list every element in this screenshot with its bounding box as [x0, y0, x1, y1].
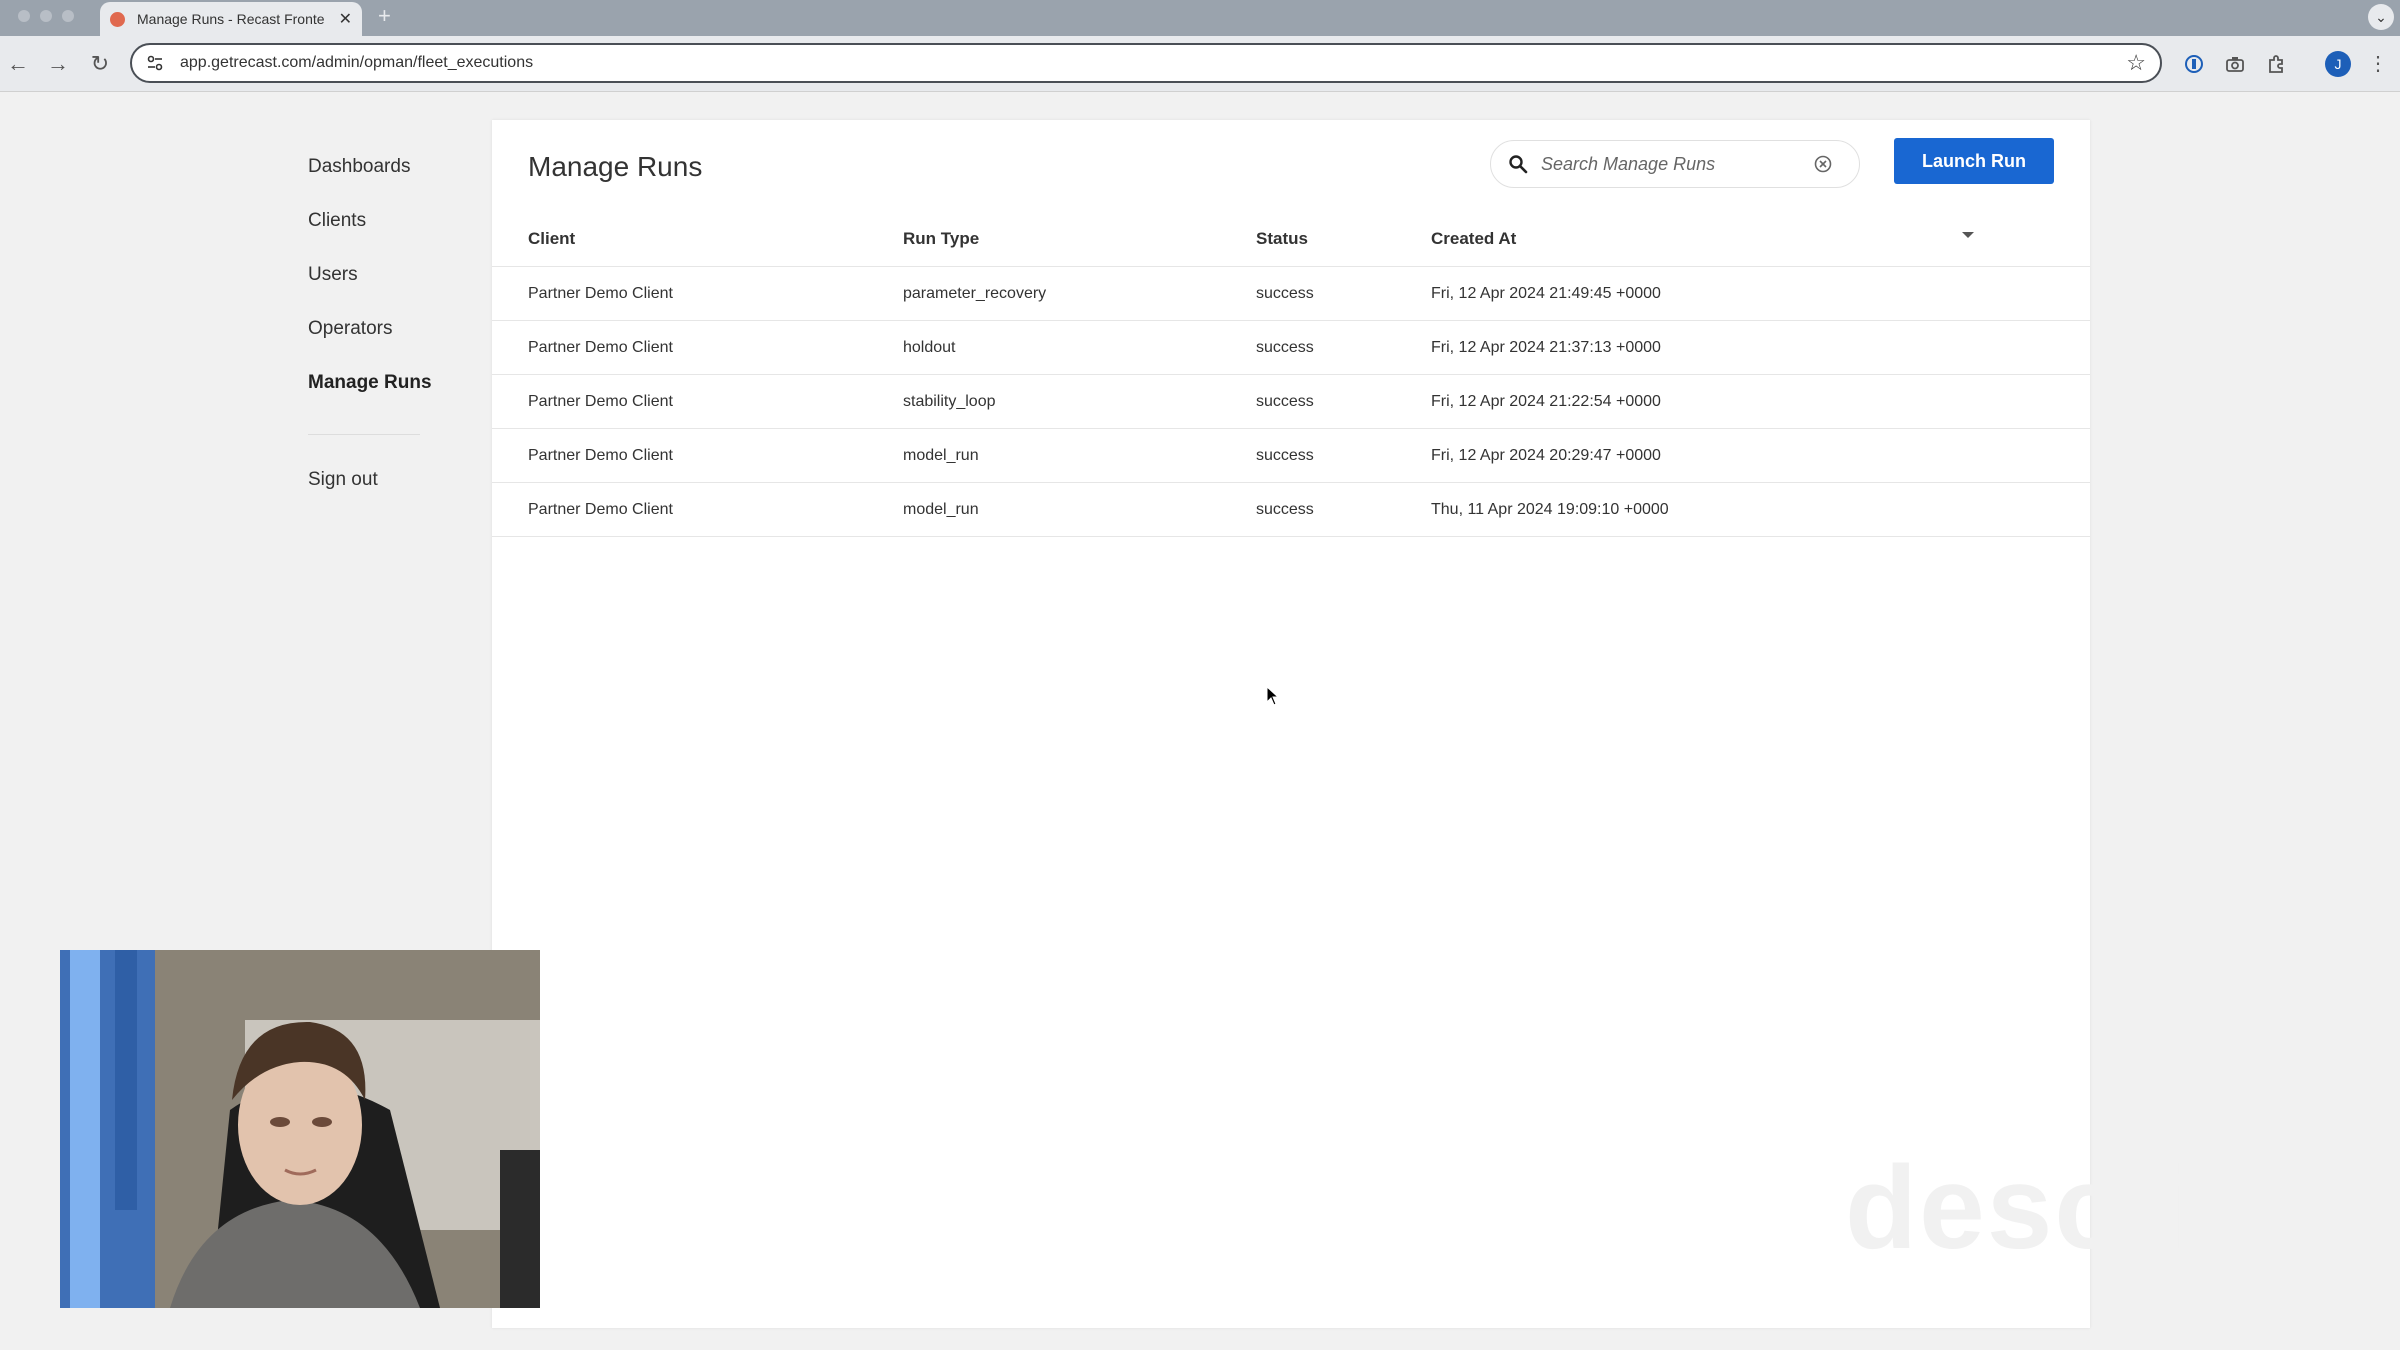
new-tab-button[interactable]: +	[378, 3, 391, 29]
cell-created-at: Fri, 12 Apr 2024 21:49:45 +0000	[1431, 285, 1661, 302]
sort-caret-icon[interactable]	[1962, 232, 1974, 238]
browser-toolbar: ← → ↻ app.getrecast.com/admin/opman/flee…	[0, 36, 2400, 92]
window-zoom-dot[interactable]	[62, 10, 74, 22]
watermark: descript	[1845, 1142, 2321, 1274]
cell-created-at: Fri, 12 Apr 2024 21:22:54 +0000	[1431, 393, 1661, 410]
cell-status: success	[1256, 393, 1314, 410]
close-icon[interactable]: ✕	[339, 9, 352, 29]
cell-status: success	[1256, 285, 1314, 302]
cell-run-type: model_run	[903, 447, 979, 464]
sidebar-item-operators[interactable]: Operators	[308, 302, 468, 356]
cell-client: Partner Demo Client	[528, 501, 673, 518]
camera-icon[interactable]	[2221, 50, 2249, 78]
cell-run-type: model_run	[903, 501, 979, 518]
search-icon	[1507, 153, 1529, 175]
cell-created-at: Fri, 12 Apr 2024 20:29:47 +0000	[1431, 447, 1661, 464]
site-info-icon[interactable]	[144, 52, 166, 74]
browser-tab[interactable]: Manage Runs - Recast Fronte ✕	[100, 2, 362, 36]
launch-run-button[interactable]: Launch Run	[1894, 138, 2054, 184]
back-icon[interactable]: ←	[4, 50, 32, 78]
webcam-overlay	[60, 950, 540, 1308]
manage-runs-card: Manage Runs Launch Run Client Run Type S…	[492, 120, 2318, 1328]
page-title: Manage Runs	[528, 151, 703, 182]
presenter-video-frame	[60, 950, 540, 1308]
cell-client: Partner Demo Client	[528, 285, 673, 302]
cell-run-type: stability_loop	[903, 393, 996, 410]
column-header-created-at[interactable]: Created At	[1431, 206, 1516, 272]
cell-client: Partner Demo Client	[528, 339, 673, 356]
sidebar-divider	[308, 434, 420, 435]
cell-created-at: Thu, 11 Apr 2024 19:09:10 +0000	[1431, 501, 1669, 518]
tab-title: Manage Runs - Recast Fronte	[137, 11, 325, 27]
profile-avatar[interactable]: J	[2325, 51, 2351, 77]
table-row[interactable]: Partner Demo Client model_run success Fr…	[492, 429, 2090, 483]
search-box[interactable]	[1490, 140, 1860, 188]
clear-icon[interactable]	[1813, 154, 1833, 174]
url-text: app.getrecast.com/admin/opman/fleet_exec…	[180, 54, 534, 71]
sidebar-item-dashboards[interactable]: Dashboards	[308, 140, 468, 194]
table-row[interactable]: Partner Demo Client holdout success Fri,…	[492, 321, 2090, 375]
table-header: Client Run Type Status Created At	[492, 206, 2090, 267]
sidebar: Dashboards Clients Users Operators Manag…	[308, 140, 468, 507]
extensions-icon[interactable]	[2262, 50, 2290, 78]
cell-client: Partner Demo Client	[528, 447, 673, 464]
cell-client: Partner Demo Client	[528, 393, 673, 410]
table-row[interactable]: Partner Demo Client parameter_recovery s…	[492, 267, 2090, 321]
browser-tab-strip: Manage Runs - Recast Fronte ✕ + ⌄	[0, 0, 2400, 36]
sidebar-item-manage-runs[interactable]: Manage Runs	[308, 356, 468, 410]
cursor-icon	[1266, 686, 1280, 706]
column-header-client[interactable]: Client	[528, 206, 575, 272]
column-header-status[interactable]: Status	[1256, 206, 1308, 272]
tab-search-icon[interactable]: ⌄	[2368, 4, 2394, 30]
table-row[interactable]: Partner Demo Client model_run success Th…	[492, 483, 2090, 537]
runs-table: Client Run Type Status Created At Partne…	[492, 206, 2090, 537]
sidebar-item-users[interactable]: Users	[308, 248, 468, 302]
cell-created-at: Fri, 12 Apr 2024 21:37:13 +0000	[1431, 339, 1661, 356]
favicon-icon	[110, 11, 125, 27]
window-close-dot[interactable]	[18, 10, 30, 22]
address-bar[interactable]: app.getrecast.com/admin/opman/fleet_exec…	[130, 43, 2162, 83]
sidebar-item-clients[interactable]: Clients	[308, 194, 468, 248]
reload-icon[interactable]: ↻	[86, 50, 114, 78]
cell-run-type: holdout	[903, 339, 956, 356]
cell-run-type: parameter_recovery	[903, 285, 1047, 302]
search-input[interactable]	[1539, 152, 1813, 176]
table-row[interactable]: Partner Demo Client stability_loop succe…	[492, 375, 2090, 429]
star-icon[interactable]: ☆	[2126, 50, 2146, 76]
forward-icon[interactable]: →	[44, 50, 72, 78]
cell-status: success	[1256, 339, 1314, 356]
window-minimize-dot[interactable]	[40, 10, 52, 22]
column-header-run-type[interactable]: Run Type	[903, 206, 979, 272]
cell-status: success	[1256, 447, 1314, 464]
menu-icon[interactable]: ⋮	[2368, 50, 2388, 78]
sign-out-link[interactable]: Sign out	[308, 453, 468, 507]
cell-status: success	[1256, 501, 1314, 518]
password-manager-icon[interactable]	[2180, 50, 2208, 78]
